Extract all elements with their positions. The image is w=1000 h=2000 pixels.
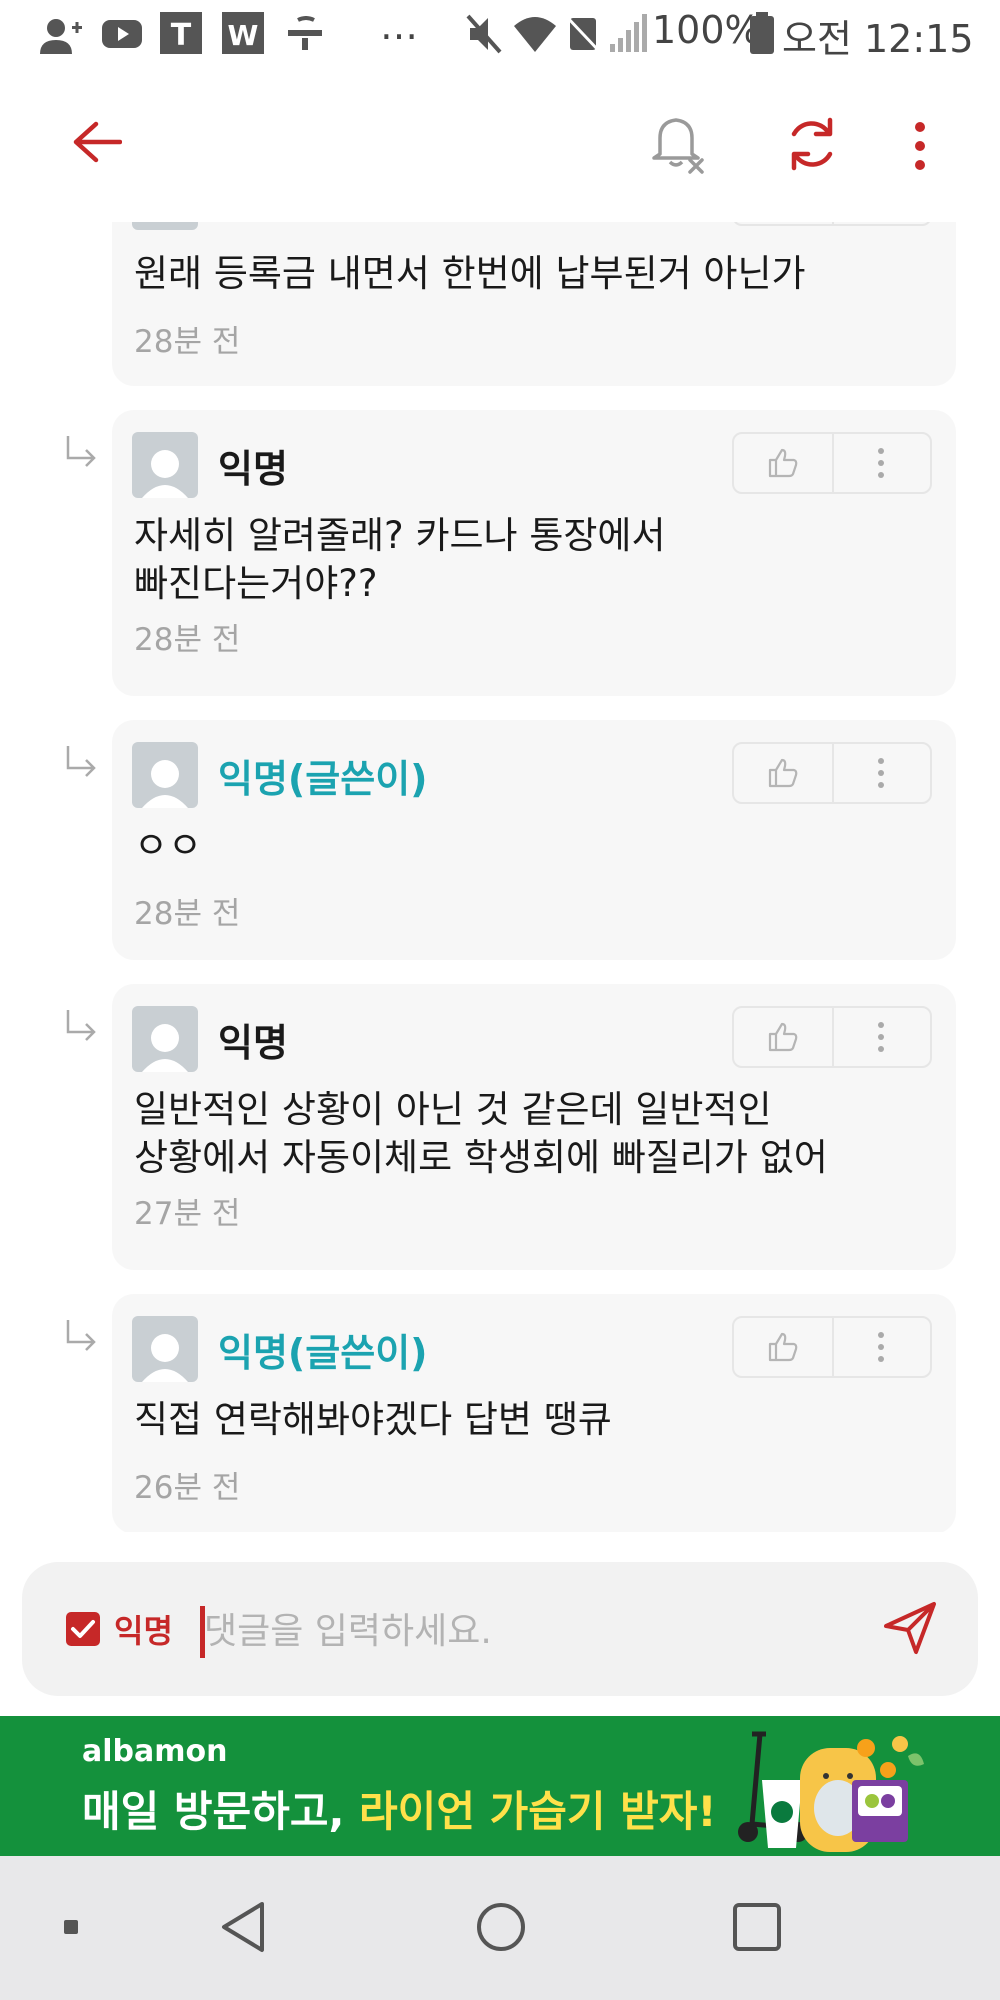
comment-more-button[interactable]: [834, 222, 930, 224]
comment-author: 익명: [218, 447, 288, 491]
avatar: [132, 432, 198, 498]
comment-body: 일반적인 상황이 아닌 것 같은데 일반적인 상황에서 자동이체로 학생회에 빠…: [134, 1088, 828, 1179]
more-notifications-icon: …: [380, 4, 418, 48]
wifi-icon: [514, 17, 556, 52]
arrow-left-icon[interactable]: [72, 120, 122, 164]
thumbs-up-icon: [768, 448, 798, 478]
signal-icon: [610, 14, 647, 52]
wifi-calling-icon: [288, 16, 322, 50]
comment-time: 28분 전: [134, 896, 241, 932]
clock: 오전 12:15: [782, 17, 974, 61]
thumbs-up-icon: [768, 758, 798, 788]
comment-list[interactable]: 원래 등록금 내면서 한번에 납부된거 아닌가 28분 전 익명 자세히 알려줄…: [0, 222, 1000, 1532]
like-button[interactable]: [734, 1008, 834, 1066]
mute-icon: [466, 14, 502, 54]
svg-text:W: W: [228, 19, 259, 52]
app-bar: [0, 70, 1000, 220]
reply-arrow-icon: [66, 436, 96, 467]
more-vertical-icon: [878, 758, 884, 788]
comment-body: ㅇㅇ: [134, 824, 203, 867]
more-vertical-icon: [878, 448, 884, 478]
refresh-icon[interactable]: [784, 116, 840, 172]
comment-card: 익명(글쓴이) 직접 연락해봐야겠다 답변 땡큐 26분 전: [112, 1294, 956, 1532]
square-dot-icon[interactable]: [62, 1918, 80, 1936]
back-triangle-icon[interactable]: [218, 1900, 268, 1954]
comment-more-button[interactable]: [834, 1008, 930, 1066]
avatar: [132, 222, 198, 230]
like-button[interactable]: [734, 744, 834, 802]
like-button[interactable]: [734, 1318, 834, 1376]
home-circle-icon[interactable]: [474, 1900, 528, 1954]
anonymous-checkbox[interactable]: [66, 1612, 100, 1646]
anonymous-label[interactable]: 익명: [114, 1606, 173, 1652]
ad-banner[interactable]: albamon 매일 방문하고, 라이언 가습기 받자!: [0, 1716, 1000, 1856]
comment-card: 익명 자세히 알려줄래? 카드나 통장에서 빠진다는거야?? 28분 전: [112, 410, 956, 696]
comment-body: 직접 연락해봐야겠다 답변 땡큐: [134, 1398, 612, 1441]
comment-more-button[interactable]: [834, 434, 930, 492]
comment-actions: [732, 432, 932, 494]
ad-brand: albamon: [82, 1734, 228, 1769]
reply-arrow-icon: [66, 1010, 96, 1041]
more-vertical-icon: [878, 1022, 884, 1052]
ad-headline-highlight: 라이언 가습기 받자!: [359, 1787, 717, 1836]
comment-actions: [732, 1316, 932, 1378]
t-app-icon: T: [160, 12, 202, 54]
comment-time: 28분 전: [134, 622, 241, 658]
comment-more-button[interactable]: [834, 1318, 930, 1376]
comment-body: 원래 등록금 내면서 한번에 납부된거 아닌가: [134, 252, 806, 295]
bell-off-icon[interactable]: [650, 114, 708, 174]
comment-card: 원래 등록금 내면서 한번에 납부된거 아닌가 28분 전: [112, 222, 956, 386]
comment-author-op: 익명(글쓴이): [218, 757, 428, 801]
comment-input[interactable]: [202, 1602, 856, 1660]
avatar: [132, 742, 198, 808]
thumbs-up-icon: [768, 1332, 798, 1362]
reply-arrow-icon: [66, 1320, 96, 1351]
comment-card: 익명 일반적인 상황이 아닌 것 같은데 일반적인 상황에서 자동이체로 학생회…: [112, 984, 956, 1270]
like-button[interactable]: [734, 434, 834, 492]
thumbs-up-icon: [768, 1022, 798, 1052]
add-contact-icon: [40, 19, 82, 54]
comment-actions: [732, 222, 932, 226]
comment-author-op: 익명(글쓴이): [218, 1331, 428, 1375]
comment-author: 익명: [218, 1021, 288, 1065]
reply-arrow-icon: [66, 746, 96, 777]
like-button[interactable]: [734, 222, 834, 224]
recents-square-icon[interactable]: [730, 1900, 784, 1954]
check-icon: [71, 1620, 95, 1638]
battery-percent: 100%: [652, 8, 761, 52]
comment-actions: [732, 742, 932, 804]
comment-composer: 익명: [22, 1562, 978, 1696]
ad-headline-text: 매일 방문하고,: [82, 1787, 360, 1836]
avatar: [132, 1316, 198, 1382]
comment-time: 27분 전: [134, 1196, 241, 1232]
nfc-off-icon: [566, 14, 600, 54]
comment-time: 26분 전: [134, 1470, 241, 1506]
more-vertical-icon: [878, 1332, 884, 1362]
battery-icon: [750, 12, 774, 54]
comment-actions: [732, 1006, 932, 1068]
ad-headline: 매일 방문하고, 라이언 가습기 받자!: [82, 1778, 717, 1839]
comment-body: 자세히 알려줄래? 카드나 통장에서 빠진다는거야??: [134, 514, 666, 605]
comment-time: 28분 전: [134, 324, 241, 360]
more-vertical-icon[interactable]: [912, 120, 928, 172]
comment-more-button[interactable]: [834, 744, 930, 802]
navigation-bar: [0, 1856, 1000, 2000]
avatar: [132, 1006, 198, 1072]
send-icon[interactable]: [882, 1600, 938, 1656]
svg-text:T: T: [171, 18, 192, 53]
comment-card: 익명(글쓴이) ㅇㅇ 28분 전: [112, 720, 956, 960]
youtube-icon: [102, 20, 142, 48]
cu-gift-card-image: [852, 1780, 908, 1842]
status-bar: T W … 100% 오전 12:15: [0, 0, 1000, 70]
w-app-icon: W: [222, 12, 264, 54]
